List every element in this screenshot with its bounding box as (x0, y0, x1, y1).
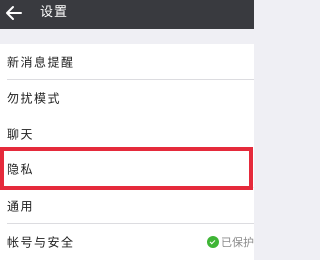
account-status: 已保护 (207, 234, 254, 250)
settings-item-label: 聊天 (7, 127, 35, 142)
page-title: 设置 (40, 5, 69, 20)
account-status-text: 已保护 (221, 236, 254, 249)
title-bar: 设置 (0, 0, 254, 29)
settings-item-label: 帐号与安全 (7, 235, 75, 250)
settings-item-label: 新消息提醒 (7, 55, 75, 70)
settings-item-general[interactable]: 通用 (0, 188, 254, 224)
settings-item-account-security[interactable]: 帐号与安全 已保护 (0, 224, 254, 260)
settings-item-label: 勿扰模式 (7, 91, 62, 106)
settings-item-notifications[interactable]: 新消息提醒 (0, 44, 254, 80)
privacy-highlight-box (0, 147, 253, 190)
settings-item-do-not-disturb[interactable]: 勿扰模式 (0, 80, 254, 116)
back-arrow-icon[interactable] (4, 3, 24, 23)
settings-item-label: 通用 (7, 199, 35, 214)
shield-check-icon (207, 236, 219, 248)
